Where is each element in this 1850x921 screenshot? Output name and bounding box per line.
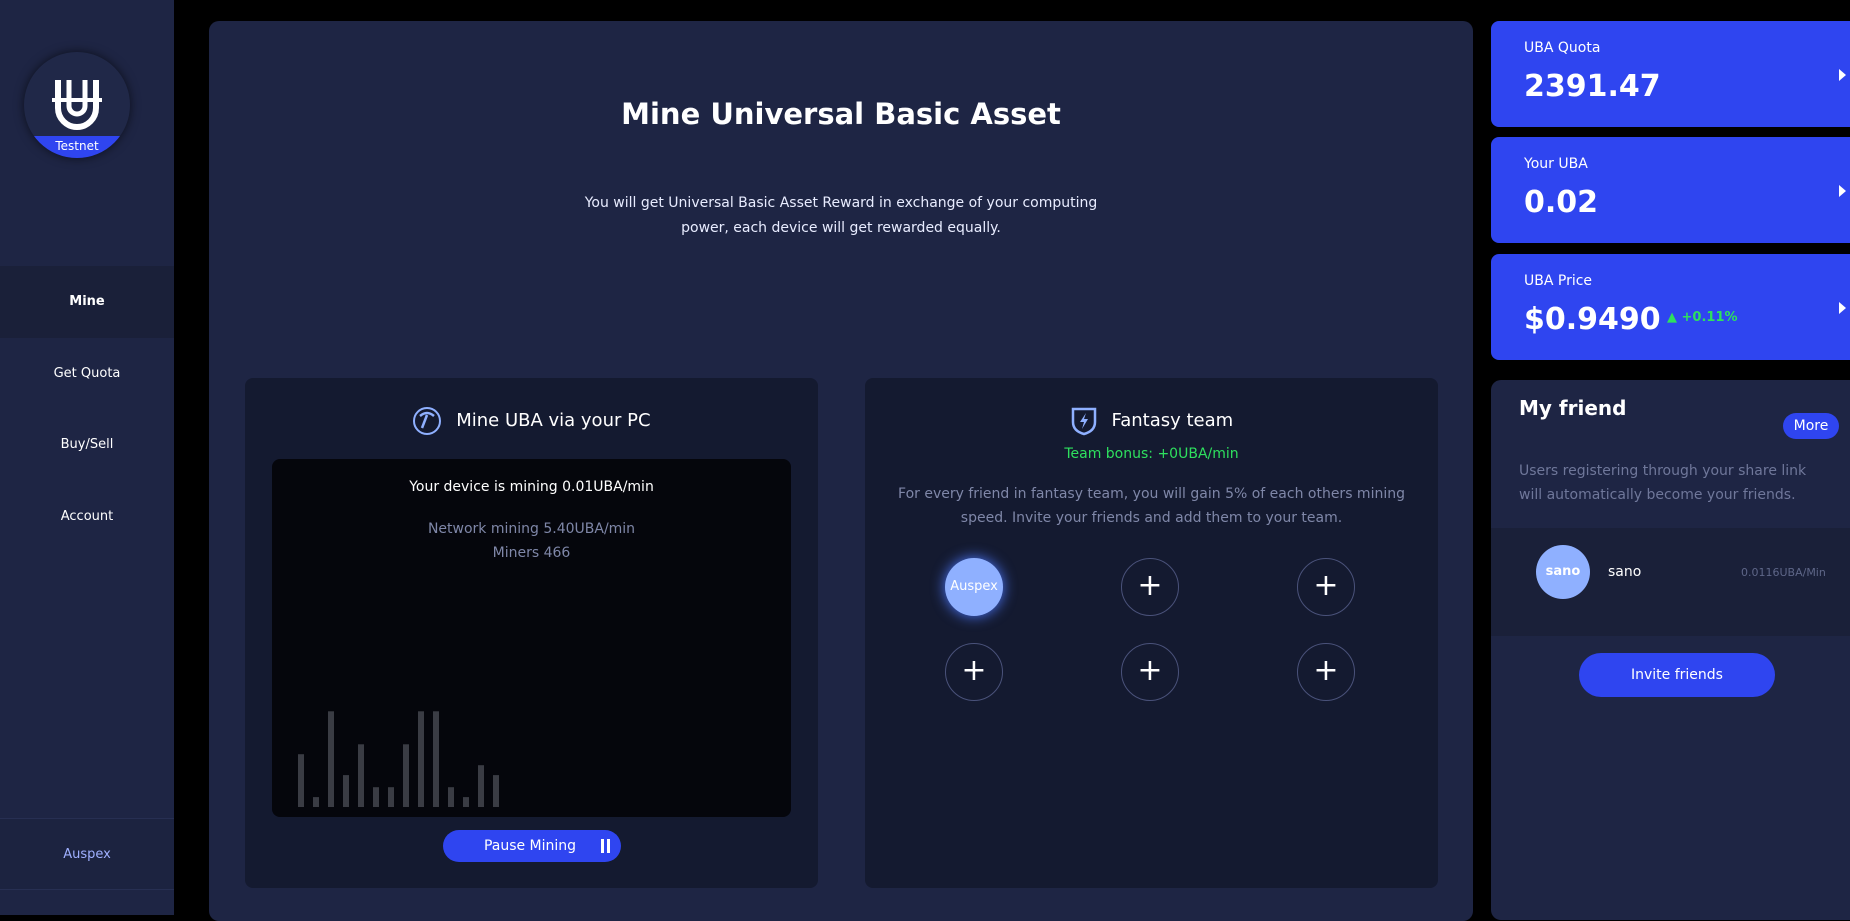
mining-bar (358, 744, 364, 807)
mining-bar (388, 787, 394, 807)
u-logo-icon (52, 80, 102, 130)
main-panel: Mine Universal Basic Asset You will get … (209, 21, 1473, 921)
uba-quota-card[interactable]: UBA Quota 2391.47 (1491, 21, 1850, 127)
network-mining-rate: Network mining 5.40UBA/min (427, 521, 636, 537)
sidebar-item-account[interactable]: Account (0, 481, 174, 553)
pickaxe-icon (413, 407, 442, 435)
mining-activity-bars (298, 711, 499, 807)
sidebar-user[interactable]: Auspex (0, 818, 174, 890)
my-friend-title: My friend (1519, 396, 1627, 420)
team-slot-add[interactable]: + (1121, 558, 1179, 616)
mining-bar (433, 711, 439, 807)
your-uba-label: Your UBA (1524, 156, 1588, 172)
miners-count: Miners 466 (492, 545, 571, 561)
team-card-header: Fantasy team (865, 406, 1438, 436)
your-uba-card[interactable]: Your UBA 0.02 (1491, 137, 1850, 243)
team-slot-add[interactable]: + (945, 643, 1003, 701)
uba-price-card[interactable]: UBA Price $0.9490 ▲ +0.11% (1491, 254, 1850, 360)
mining-monitor: Your device is mining 0.01UBA/min Networ… (272, 459, 791, 817)
page-description: You will get Universal Basic Asset Rewar… (584, 195, 1098, 236)
app-logo[interactable]: Testnet (24, 52, 130, 158)
pause-mining-button[interactable]: Pause Mining (443, 830, 621, 862)
mining-bar (328, 711, 334, 807)
sidebar-item-mine[interactable]: Mine (0, 266, 174, 338)
your-uba-value: 0.02 (1524, 185, 1599, 220)
team-slot-member[interactable]: Auspex (945, 558, 1003, 616)
uba-price-label: UBA Price (1524, 273, 1593, 289)
friend-mining-rate: 0.0116UBA/Min (1741, 566, 1826, 579)
team-slot-add[interactable]: + (1297, 558, 1355, 616)
mining-bar (448, 787, 454, 807)
mining-bar (493, 775, 499, 807)
my-friend-panel: My friend More Users registering through… (1491, 380, 1850, 920)
uba-price-value: $0.9490 (1524, 302, 1661, 337)
uba-quota-label: UBA Quota (1524, 40, 1601, 56)
uba-quota-value: 2391.47 (1524, 69, 1661, 104)
pause-icon (601, 839, 611, 853)
mining-bar (298, 754, 304, 807)
mining-bar (403, 744, 409, 807)
mining-bar (343, 775, 349, 807)
team-slot-add[interactable]: + (1121, 643, 1179, 701)
mining-bar (313, 797, 319, 807)
invite-friends-button[interactable]: Invite friends (1579, 653, 1775, 697)
avatar: sano (1536, 545, 1590, 599)
friend-name: sano (1608, 564, 1642, 580)
mining-bar (463, 797, 469, 807)
mining-bar (418, 711, 424, 807)
mine-card: Mine UBA via your PC Your device is mini… (245, 378, 818, 888)
chevron-right-icon (1839, 302, 1846, 314)
page-title: Mine Universal Basic Asset (621, 97, 1061, 131)
sidebar-item-buy-sell[interactable]: Buy/Sell (0, 409, 174, 481)
device-mining-rate: Your device is mining 0.01UBA/min (409, 479, 654, 495)
more-button[interactable]: More (1783, 413, 1839, 439)
shield-bolt-icon (1071, 407, 1097, 436)
mine-card-title: Mine UBA via your PC (456, 410, 651, 431)
team-description: For every friend in fantasy team, you wi… (898, 486, 1405, 526)
testnet-badge: Testnet (24, 136, 130, 158)
mine-card-header: Mine UBA via your PC (245, 406, 818, 436)
friend-list-item[interactable]: sano sano 0.0116UBA/Min (1491, 528, 1850, 636)
pause-mining-label: Pause Mining (483, 838, 577, 854)
sidebar: Testnet Mine Get Quota Buy/Sell Account … (0, 0, 174, 915)
chevron-right-icon (1839, 69, 1846, 81)
team-card-title: Fantasy team (1111, 410, 1234, 431)
friends-description: Users registering through your share lin… (1519, 463, 1807, 503)
chevron-right-icon (1839, 185, 1846, 197)
mining-bar (478, 765, 484, 807)
team-slot-add[interactable]: + (1297, 643, 1355, 701)
team-bonus: Team bonus: +0UBA/min (1064, 446, 1239, 462)
mining-bar (373, 787, 379, 807)
fantasy-team-card: Fantasy team Team bonus: +0UBA/min For e… (865, 378, 1438, 888)
sidebar-item-get-quota[interactable]: Get Quota (0, 338, 174, 410)
price-change-badge: ▲ +0.11% (1667, 310, 1738, 325)
